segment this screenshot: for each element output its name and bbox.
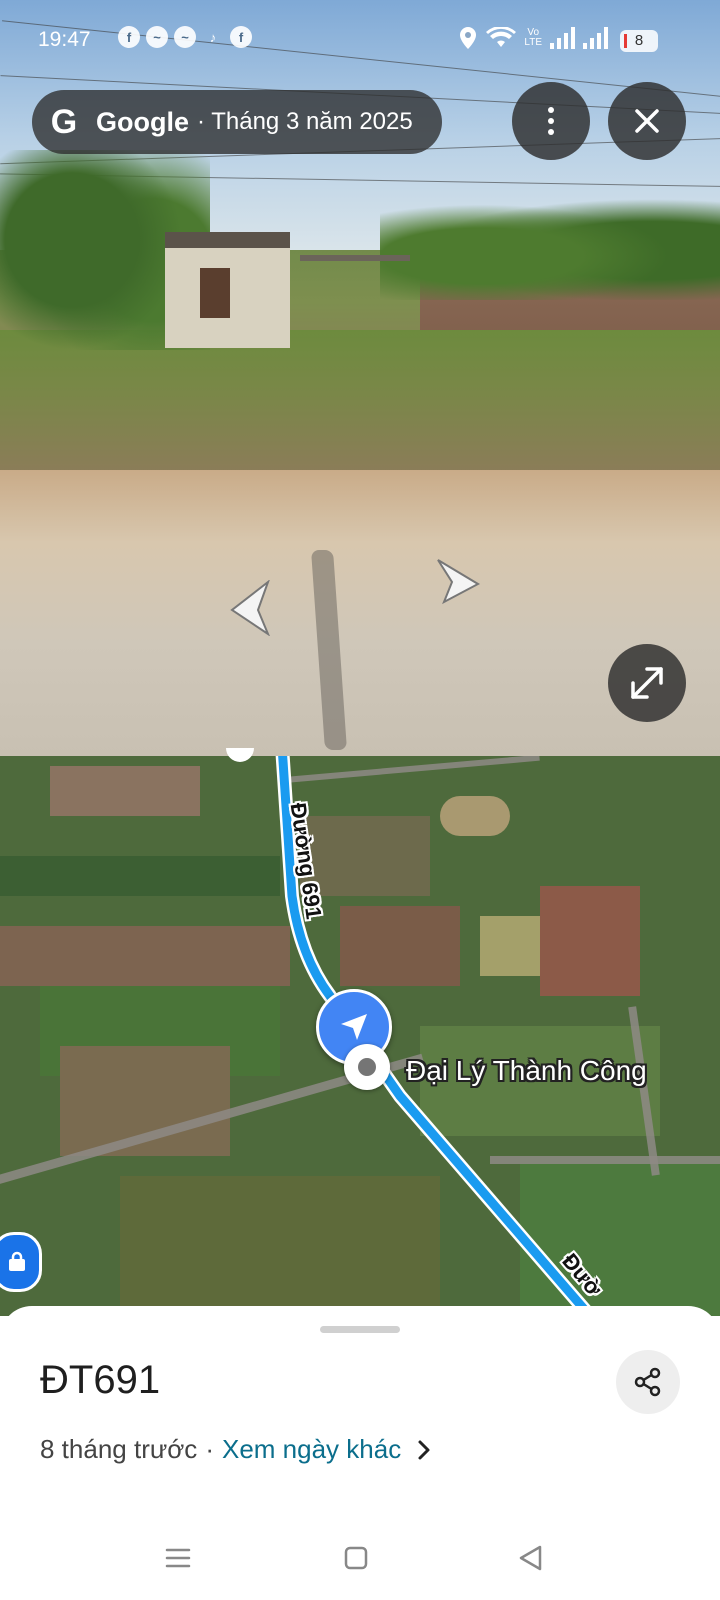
back-button[interactable] — [510, 1538, 550, 1578]
navigation-arrow-icon — [341, 1014, 367, 1040]
more-vert-icon — [548, 107, 554, 135]
chevron-right-icon[interactable] — [417, 1439, 431, 1461]
arrow-right-icon[interactable] — [432, 556, 482, 606]
home-button[interactable] — [336, 1538, 376, 1578]
arrow-left-icon[interactable] — [226, 580, 276, 636]
location-icon — [460, 27, 477, 49]
facebook-icon: f — [118, 26, 140, 48]
place-marker[interactable] — [344, 1044, 390, 1090]
bottom-sheet: ĐT691 8 tháng trước · Xem ngày khác — [0, 1306, 720, 1600]
dirt-road — [0, 470, 720, 756]
shopping-bag-icon — [9, 1251, 25, 1271]
drag-handle[interactable] — [320, 1326, 400, 1333]
imagery-info-pill[interactable]: G Google · Tháng 3 năm 2025 — [32, 90, 442, 154]
imagery-age-row: 8 tháng trước · Xem ngày khác — [40, 1434, 431, 1465]
place-title: ĐT691 — [40, 1358, 161, 1402]
share-button[interactable] — [616, 1350, 680, 1414]
wifi-icon — [486, 27, 517, 47]
volte-label: Vo LTE — [524, 27, 542, 48]
menu-icon — [165, 1548, 191, 1568]
shed — [300, 255, 410, 311]
notification-icons: f ~ ~ ♪ f — [118, 26, 252, 48]
shopping-bag-pin[interactable] — [0, 1232, 42, 1292]
status-time: 19:47 — [38, 28, 91, 51]
close-button[interactable] — [608, 82, 686, 160]
battery-indicator: 8 — [620, 30, 658, 52]
google-g-icon: G — [50, 102, 78, 141]
more-options-button[interactable] — [512, 82, 590, 160]
tiktok-icon: ♪ — [209, 29, 217, 45]
messenger-icon: ~ — [146, 26, 168, 48]
imagery-age: 8 tháng trước — [40, 1434, 198, 1464]
see-other-dates-link[interactable]: Xem ngày khác — [222, 1434, 401, 1465]
close-icon — [635, 109, 659, 133]
home-square-icon — [344, 1546, 368, 1570]
separator: · — [205, 1434, 214, 1464]
fullscreen-button[interactable] — [608, 644, 686, 722]
messenger-icon: ~ — [174, 26, 196, 48]
recent-apps-button[interactable] — [158, 1538, 198, 1578]
expand-icon — [631, 667, 663, 699]
grass-field — [0, 330, 720, 490]
capture-date: · Tháng 3 năm 2025 — [197, 108, 413, 135]
share-icon — [634, 1367, 661, 1397]
house — [165, 232, 290, 348]
facebook-icon: f — [230, 26, 252, 48]
system-navigation-bar — [0, 1526, 720, 1600]
place-label[interactable]: Đại Lý Thành Công — [406, 1055, 647, 1087]
signal-icon — [550, 27, 575, 49]
signal-icon — [583, 27, 608, 49]
brand-label: Google — [96, 106, 189, 137]
house-door — [200, 268, 230, 318]
status-bar: 19:47 f ~ ~ ♪ f Vo LTE — [0, 26, 720, 56]
back-triangle-icon — [519, 1545, 542, 1571]
trees — [380, 190, 720, 300]
